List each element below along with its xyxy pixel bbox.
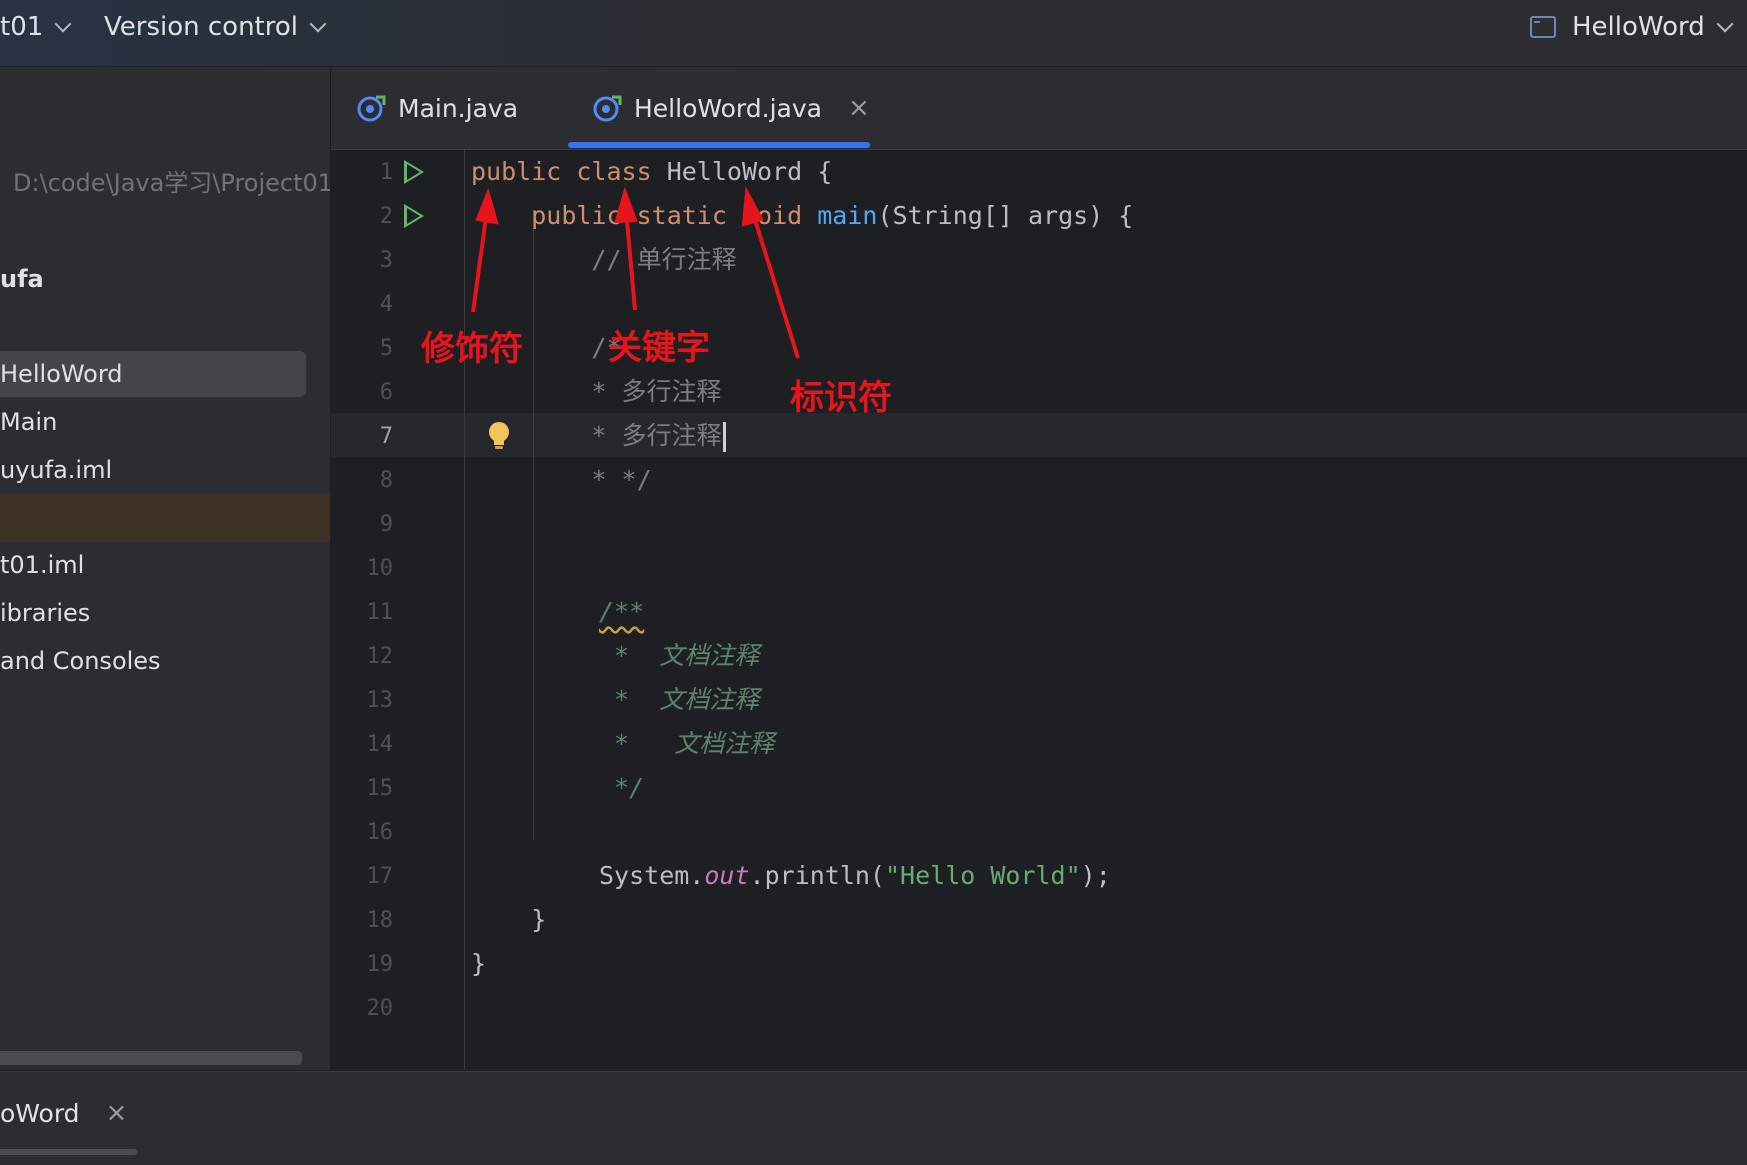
horizontal-scrollbar[interactable] <box>0 1051 302 1065</box>
line-number: 4 <box>379 292 393 317</box>
module-label: ufa <box>0 265 44 293</box>
code-line-15: */ <box>599 773 645 802</box>
close-icon[interactable]: × <box>106 1098 128 1128</box>
line-number: 1 <box>379 160 393 185</box>
tree-item-main[interactable]: Main <box>0 399 330 445</box>
code-line-2: public static void main(String[] args) { <box>531 201 1134 230</box>
tab-helloword-java[interactable]: HelloWord.java × <box>592 67 870 149</box>
line-number: 20 <box>366 996 394 1021</box>
text-cursor <box>722 422 726 452</box>
run-icon[interactable] <box>404 160 424 184</box>
line-number: 11 <box>366 600 394 625</box>
annotation-identifier: 标识符 <box>790 378 892 418</box>
line-number-current: 7 <box>379 424 393 449</box>
tab-label: Main.java <box>398 93 519 123</box>
run-icon[interactable] <box>404 204 424 228</box>
code-line-6: * 多行注释 <box>471 377 722 406</box>
line-number: 18 <box>366 908 394 933</box>
tree-item-label: uyufa.iml <box>0 456 113 484</box>
tree-item-scratches[interactable]: and Consoles <box>0 638 330 684</box>
tab-main-java[interactable]: Main.java <box>356 67 518 149</box>
tree-item-external-libraries[interactable]: ibraries <box>0 590 330 636</box>
vcs-menu[interactable]: Version control <box>104 10 327 44</box>
line-number: 3 <box>379 248 393 273</box>
gutter-divider <box>464 150 465 1070</box>
project-tool-window: D:\code\Java学习\Project01 ufa HelloWord M… <box>0 67 330 1070</box>
chevron-down-icon <box>1716 15 1734 33</box>
tree-item-label: HelloWord <box>0 360 123 388</box>
project-selector[interactable]: t01 <box>0 10 72 44</box>
tree-item-label: and Consoles <box>0 647 161 675</box>
java-class-icon <box>357 95 386 122</box>
code-line-17: System.out.println("Hello World"); <box>599 861 1111 890</box>
project-path: D:\code\Java学习\Project01 <box>13 169 330 197</box>
code-editor[interactable]: 1 2 3 4 5 6 7 8 9 10 11 12 13 14 15 16 1… <box>331 150 1747 1070</box>
line-number: 8 <box>379 468 393 493</box>
module-node[interactable]: ufa <box>0 256 330 302</box>
horizontal-scrollbar[interactable] <box>0 1149 137 1155</box>
annotation-modifier: 修饰符 <box>421 329 523 369</box>
line-number: 10 <box>366 556 394 581</box>
run-tab[interactable]: oWord × <box>0 1098 127 1128</box>
active-tab-indicator <box>568 142 870 148</box>
tree-item-label: t01.iml <box>0 551 85 579</box>
line-number: 6 <box>379 380 393 405</box>
bottom-tool-window: oWord × <box>0 1071 1747 1165</box>
annotation-keyword: 关键字 <box>608 328 710 368</box>
line-number: 9 <box>379 512 393 537</box>
vcs-label: Version control <box>104 12 298 42</box>
code-line-11: /** <box>599 597 645 626</box>
project-label: t01 <box>0 12 44 42</box>
tree-item-label: Main <box>0 408 58 436</box>
tab-label: HelloWord.java <box>634 93 822 123</box>
tree-item-highlighted[interactable] <box>0 494 330 542</box>
tree-item-project-iml[interactable]: t01.iml <box>0 542 330 588</box>
editor-tabs: Main.java HelloWord.java × <box>331 67 1747 150</box>
line-number: 12 <box>366 644 394 669</box>
line-number: 5 <box>379 336 393 361</box>
line-number: 19 <box>366 952 394 977</box>
code-line-8: * */ <box>471 465 652 494</box>
code-line-3: // 单行注释 <box>471 245 737 274</box>
code-line-7: * 多行注释 <box>471 414 726 458</box>
line-number: 14 <box>366 732 394 757</box>
code-line-13: * 文档注释 <box>599 685 760 714</box>
title-bar: t01 Version control HelloWord <box>0 0 1747 67</box>
indent-guide <box>533 210 534 840</box>
tree-item-label: ibraries <box>0 599 91 627</box>
code-line-1: public class HelloWord { <box>471 157 833 186</box>
code-line-19: } <box>471 949 487 978</box>
line-number: 17 <box>366 864 394 889</box>
code-line-14: * 文档注释 <box>599 729 775 758</box>
window-icon <box>1530 16 1556 38</box>
run-config-label: HelloWord <box>1572 12 1705 42</box>
close-icon[interactable]: × <box>848 93 870 123</box>
chevron-down-icon <box>309 15 327 33</box>
code-line-12: * 文档注释 <box>599 641 760 670</box>
tree-item-iml[interactable]: uyufa.iml <box>0 447 330 493</box>
chevron-down-icon <box>54 15 72 33</box>
line-number: 15 <box>366 776 394 801</box>
tree-item-helloword[interactable]: HelloWord <box>0 351 306 397</box>
code-line-18: } <box>471 905 547 934</box>
run-config-selector[interactable]: HelloWord <box>1530 10 1734 44</box>
line-number: 2 <box>379 204 393 229</box>
line-number: 16 <box>366 820 394 845</box>
java-class-icon <box>593 95 622 122</box>
line-number: 13 <box>366 688 394 713</box>
run-tab-label: oWord <box>0 1098 80 1128</box>
